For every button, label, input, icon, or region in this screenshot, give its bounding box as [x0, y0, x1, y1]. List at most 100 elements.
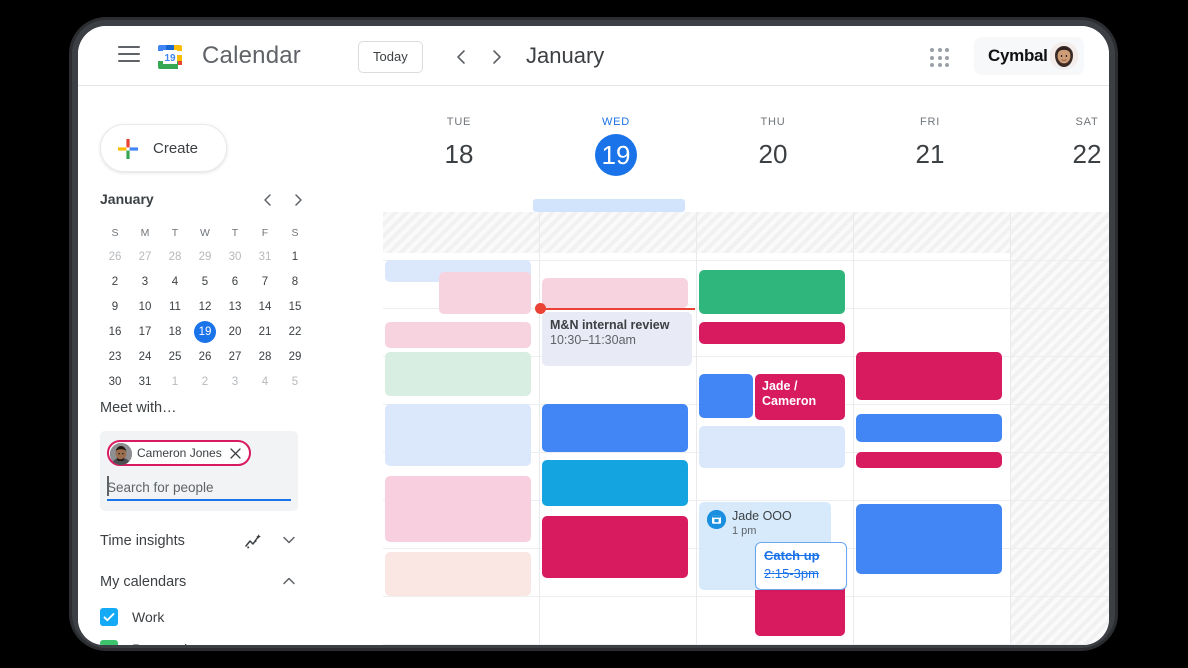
- event-mn-internal-review[interactable]: M&N internal review 10:30–11:30am: [542, 312, 692, 366]
- mini-cal-day-26[interactable]: 26: [100, 245, 130, 269]
- calendar-event-block[interactable]: [542, 404, 688, 452]
- mini-cal-day-29[interactable]: 29: [280, 345, 310, 369]
- mini-cal-day-27[interactable]: 27: [220, 345, 250, 369]
- calendar-event-block[interactable]: [542, 460, 688, 506]
- day-header-fri[interactable]: FRI 21: [852, 116, 1008, 174]
- mini-cal-day-10[interactable]: 10: [130, 295, 160, 319]
- mini-cal-day-13[interactable]: 13: [220, 295, 250, 319]
- mini-cal-day-15[interactable]: 15: [280, 295, 310, 319]
- day-header-number[interactable]: 19: [595, 134, 637, 176]
- calendar-event-block[interactable]: [699, 374, 753, 418]
- mini-cal-day-22[interactable]: 22: [280, 320, 310, 344]
- day-header-thu[interactable]: THU 20: [695, 116, 851, 174]
- mini-cal-day-1[interactable]: 1: [280, 245, 310, 269]
- mini-cal-day-21[interactable]: 21: [250, 320, 280, 344]
- mini-cal-day-24[interactable]: 24: [130, 345, 160, 369]
- mini-cal-day-12[interactable]: 12: [190, 295, 220, 319]
- mini-cal-day-3[interactable]: 3: [220, 370, 250, 394]
- mini-cal-day-5[interactable]: 5: [280, 370, 310, 394]
- sidebar-section-time-insights[interactable]: Time insights: [100, 528, 298, 554]
- today-button[interactable]: Today: [358, 41, 423, 73]
- mini-cal-day-14[interactable]: 14: [250, 295, 280, 319]
- checkbox-work[interactable]: [100, 608, 118, 626]
- chevron-up-icon[interactable]: [280, 572, 298, 595]
- person-chip-cameron-jones[interactable]: Cameron Jones: [107, 440, 251, 466]
- create-button[interactable]: Create: [100, 124, 227, 172]
- search-people-input[interactable]: [107, 475, 291, 501]
- chevron-right-icon[interactable]: [482, 42, 512, 72]
- sparkline-chart-icon[interactable]: [244, 531, 264, 556]
- all-day-event-block[interactable]: [533, 199, 685, 212]
- calendar-event-block[interactable]: [699, 270, 845, 314]
- mini-cal-day-6[interactable]: 6: [220, 270, 250, 294]
- mini-cal-day-3[interactable]: 3: [130, 270, 160, 294]
- hour-gridline: [1011, 308, 1109, 309]
- chevron-left-icon[interactable]: [446, 42, 476, 72]
- mini-cal-day-2[interactable]: 2: [100, 270, 130, 294]
- mini-prev-month-icon[interactable]: [256, 188, 280, 212]
- calendar-event-block[interactable]: [439, 272, 531, 314]
- day-header-tue[interactable]: TUE 18: [383, 116, 537, 174]
- mini-cal-day-8[interactable]: 8: [280, 270, 310, 294]
- close-icon[interactable]: [230, 447, 241, 459]
- mini-cal-day-4[interactable]: 4: [250, 370, 280, 394]
- mini-cal-day-5[interactable]: 5: [190, 270, 220, 294]
- calendar-event-block[interactable]: [542, 278, 688, 308]
- event-jade-cameron[interactable]: Jade / Cameron: [755, 374, 845, 420]
- hour-gridline: [854, 596, 1010, 597]
- chevron-down-icon[interactable]: [280, 531, 298, 554]
- calendar-event-block[interactable]: [856, 414, 1002, 442]
- apps-grid-icon[interactable]: [930, 48, 950, 68]
- mini-cal-day-16[interactable]: 16: [100, 320, 130, 344]
- day-header-wed[interactable]: WED 19: [538, 116, 694, 176]
- day-column-sat[interactable]: [1011, 212, 1109, 645]
- mini-cal-day-31[interactable]: 31: [130, 370, 160, 394]
- day-header-sat[interactable]: SAT 22: [1009, 116, 1109, 174]
- calendar-event-block[interactable]: [385, 352, 531, 396]
- mini-cal-day-25[interactable]: 25: [160, 345, 190, 369]
- sidebar-section-my-calendars[interactable]: My calendars: [100, 569, 298, 595]
- calendar-item-work[interactable]: Work: [100, 604, 298, 634]
- mini-cal-day-19[interactable]: 19: [190, 320, 220, 344]
- calendar-event-block[interactable]: [385, 322, 531, 348]
- mini-cal-day-4[interactable]: 4: [160, 270, 190, 294]
- mini-cal-day-17[interactable]: 17: [130, 320, 160, 344]
- day-header-number[interactable]: 20: [695, 134, 851, 174]
- calendar-event-block[interactable]: [385, 404, 531, 466]
- mini-cal-day-30[interactable]: 30: [220, 245, 250, 269]
- avatar[interactable]: [1050, 42, 1078, 70]
- day-header-number[interactable]: 18: [383, 134, 537, 174]
- day-header-number[interactable]: 22: [1009, 134, 1109, 174]
- mini-cal-day-29[interactable]: 29: [190, 245, 220, 269]
- mini-cal-day-7[interactable]: 7: [250, 270, 280, 294]
- calendar-event-block[interactable]: [542, 516, 688, 578]
- calendar-item-personal[interactable]: Personal: [100, 636, 298, 645]
- hamburger-menu-icon[interactable]: [118, 46, 140, 64]
- mini-cal-day-1[interactable]: 1: [160, 370, 190, 394]
- checkbox-personal[interactable]: [100, 640, 118, 645]
- mini-cal-day-18[interactable]: 18: [160, 320, 190, 344]
- current-time-dot: [535, 303, 546, 314]
- mini-cal-day-9[interactable]: 9: [100, 295, 130, 319]
- mini-cal-day-31[interactable]: 31: [250, 245, 280, 269]
- mini-cal-day-20[interactable]: 20: [220, 320, 250, 344]
- calendar-event-block[interactable]: [856, 452, 1002, 468]
- event-catch-up[interactable]: Catch up 2:15-3pm: [755, 542, 847, 590]
- mini-cal-day-26[interactable]: 26: [190, 345, 220, 369]
- mini-cal-day-30[interactable]: 30: [100, 370, 130, 394]
- calendar-event-block[interactable]: [385, 552, 531, 596]
- calendar-event-block[interactable]: [856, 504, 1002, 574]
- mini-cal-day-2[interactable]: 2: [190, 370, 220, 394]
- mini-cal-day-23[interactable]: 23: [100, 345, 130, 369]
- day-header-number[interactable]: 21: [852, 134, 1008, 174]
- mini-cal-day-28[interactable]: 28: [160, 245, 190, 269]
- calendar-event-block[interactable]: [385, 476, 531, 542]
- calendar-event-block[interactable]: [856, 352, 1002, 400]
- mini-cal-day-28[interactable]: 28: [250, 345, 280, 369]
- mini-next-month-icon[interactable]: [286, 188, 310, 212]
- brand-account-pill[interactable]: Cymbal: [974, 37, 1084, 75]
- mini-cal-day-27[interactable]: 27: [130, 245, 160, 269]
- mini-cal-day-11[interactable]: 11: [160, 295, 190, 319]
- calendar-event-block[interactable]: [699, 322, 845, 344]
- calendar-event-block[interactable]: [699, 426, 845, 468]
